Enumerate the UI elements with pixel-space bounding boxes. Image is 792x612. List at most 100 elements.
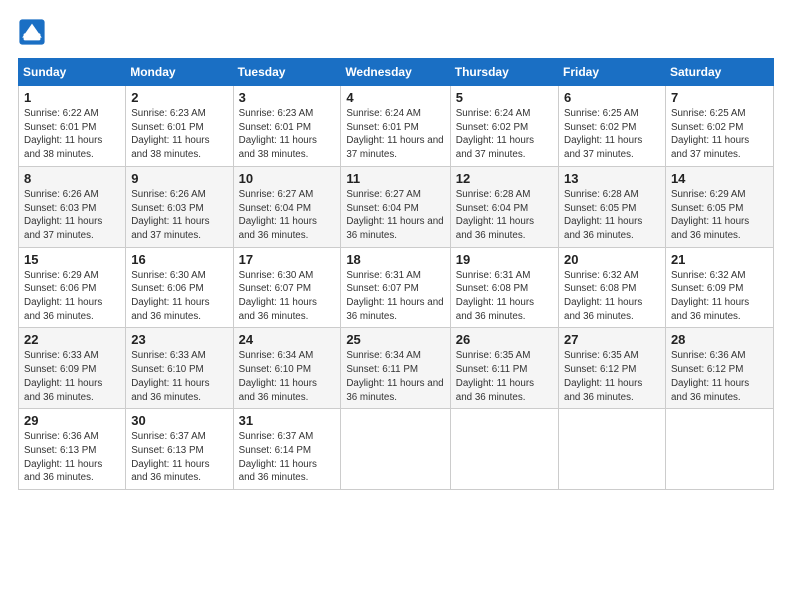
day-info: Sunrise: 6:25 AMSunset: 6:02 PMDaylight:… [564,108,642,160]
day-number: 3 [239,90,336,105]
calendar-cell: 6 Sunrise: 6:25 AMSunset: 6:02 PMDayligh… [559,86,666,167]
day-info: Sunrise: 6:26 AMSunset: 6:03 PMDaylight:… [24,189,102,241]
logo-icon [18,18,46,46]
calendar-cell: 25 Sunrise: 6:34 AMSunset: 6:11 PMDaylig… [341,328,450,409]
calendar-cell [341,409,450,490]
day-number: 11 [346,171,444,186]
day-info: Sunrise: 6:27 AMSunset: 6:04 PMDaylight:… [346,189,443,241]
calendar-cell: 29 Sunrise: 6:36 AMSunset: 6:13 PMDaylig… [19,409,126,490]
day-info: Sunrise: 6:26 AMSunset: 6:03 PMDaylight:… [131,189,209,241]
day-number: 25 [346,332,444,347]
day-info: Sunrise: 6:30 AMSunset: 6:06 PMDaylight:… [131,270,209,322]
day-info: Sunrise: 6:27 AMSunset: 6:04 PMDaylight:… [239,189,317,241]
day-info: Sunrise: 6:36 AMSunset: 6:12 PMDaylight:… [671,350,749,402]
day-info: Sunrise: 6:29 AMSunset: 6:06 PMDaylight:… [24,270,102,322]
day-info: Sunrise: 6:30 AMSunset: 6:07 PMDaylight:… [239,270,317,322]
day-number: 9 [131,171,227,186]
calendar-day-header: Sunday [19,59,126,86]
day-info: Sunrise: 6:35 AMSunset: 6:11 PMDaylight:… [456,350,534,402]
day-number: 4 [346,90,444,105]
calendar-cell: 17 Sunrise: 6:30 AMSunset: 6:07 PMDaylig… [233,247,341,328]
header [18,18,774,46]
day-info: Sunrise: 6:31 AMSunset: 6:07 PMDaylight:… [346,270,443,322]
calendar-cell: 11 Sunrise: 6:27 AMSunset: 6:04 PMDaylig… [341,166,450,247]
day-info: Sunrise: 6:33 AMSunset: 6:09 PMDaylight:… [24,350,102,402]
calendar-cell: 18 Sunrise: 6:31 AMSunset: 6:07 PMDaylig… [341,247,450,328]
day-number: 30 [131,413,227,428]
day-info: Sunrise: 6:22 AMSunset: 6:01 PMDaylight:… [24,108,102,160]
calendar-cell: 8 Sunrise: 6:26 AMSunset: 6:03 PMDayligh… [19,166,126,247]
calendar-header-row: SundayMondayTuesdayWednesdayThursdayFrid… [19,59,774,86]
day-info: Sunrise: 6:28 AMSunset: 6:04 PMDaylight:… [456,189,534,241]
calendar-week-row: 15 Sunrise: 6:29 AMSunset: 6:06 PMDaylig… [19,247,774,328]
day-number: 20 [564,252,660,267]
calendar-cell [450,409,558,490]
calendar-cell: 24 Sunrise: 6:34 AMSunset: 6:10 PMDaylig… [233,328,341,409]
day-number: 5 [456,90,553,105]
day-info: Sunrise: 6:24 AMSunset: 6:02 PMDaylight:… [456,108,534,160]
calendar-cell: 23 Sunrise: 6:33 AMSunset: 6:10 PMDaylig… [126,328,233,409]
day-number: 10 [239,171,336,186]
calendar-cell: 19 Sunrise: 6:31 AMSunset: 6:08 PMDaylig… [450,247,558,328]
day-number: 23 [131,332,227,347]
calendar-day-header: Wednesday [341,59,450,86]
day-info: Sunrise: 6:37 AMSunset: 6:14 PMDaylight:… [239,431,317,483]
day-info: Sunrise: 6:25 AMSunset: 6:02 PMDaylight:… [671,108,749,160]
calendar-cell: 31 Sunrise: 6:37 AMSunset: 6:14 PMDaylig… [233,409,341,490]
day-number: 17 [239,252,336,267]
calendar-day-header: Thursday [450,59,558,86]
day-number: 6 [564,90,660,105]
day-number: 14 [671,171,768,186]
day-number: 26 [456,332,553,347]
calendar-cell: 22 Sunrise: 6:33 AMSunset: 6:09 PMDaylig… [19,328,126,409]
calendar-cell: 4 Sunrise: 6:24 AMSunset: 6:01 PMDayligh… [341,86,450,167]
calendar-cell: 16 Sunrise: 6:30 AMSunset: 6:06 PMDaylig… [126,247,233,328]
day-number: 27 [564,332,660,347]
calendar-cell: 10 Sunrise: 6:27 AMSunset: 6:04 PMDaylig… [233,166,341,247]
calendar-cell: 7 Sunrise: 6:25 AMSunset: 6:02 PMDayligh… [665,86,773,167]
day-number: 15 [24,252,120,267]
calendar-cell: 5 Sunrise: 6:24 AMSunset: 6:02 PMDayligh… [450,86,558,167]
day-info: Sunrise: 6:35 AMSunset: 6:12 PMDaylight:… [564,350,642,402]
day-number: 19 [456,252,553,267]
calendar-week-row: 29 Sunrise: 6:36 AMSunset: 6:13 PMDaylig… [19,409,774,490]
calendar-week-row: 8 Sunrise: 6:26 AMSunset: 6:03 PMDayligh… [19,166,774,247]
calendar-cell: 15 Sunrise: 6:29 AMSunset: 6:06 PMDaylig… [19,247,126,328]
day-number: 18 [346,252,444,267]
day-info: Sunrise: 6:23 AMSunset: 6:01 PMDaylight:… [131,108,209,160]
calendar-cell: 2 Sunrise: 6:23 AMSunset: 6:01 PMDayligh… [126,86,233,167]
calendar-day-header: Saturday [665,59,773,86]
calendar-cell [665,409,773,490]
calendar-day-header: Friday [559,59,666,86]
calendar-cell: 13 Sunrise: 6:28 AMSunset: 6:05 PMDaylig… [559,166,666,247]
day-number: 29 [24,413,120,428]
calendar-week-row: 22 Sunrise: 6:33 AMSunset: 6:09 PMDaylig… [19,328,774,409]
day-number: 16 [131,252,227,267]
day-number: 24 [239,332,336,347]
day-number: 28 [671,332,768,347]
calendar-cell: 3 Sunrise: 6:23 AMSunset: 6:01 PMDayligh… [233,86,341,167]
day-info: Sunrise: 6:36 AMSunset: 6:13 PMDaylight:… [24,431,102,483]
calendar-day-header: Monday [126,59,233,86]
day-number: 31 [239,413,336,428]
day-info: Sunrise: 6:28 AMSunset: 6:05 PMDaylight:… [564,189,642,241]
day-number: 12 [456,171,553,186]
calendar-table: SundayMondayTuesdayWednesdayThursdayFrid… [18,58,774,490]
day-info: Sunrise: 6:32 AMSunset: 6:09 PMDaylight:… [671,270,749,322]
calendar-cell: 1 Sunrise: 6:22 AMSunset: 6:01 PMDayligh… [19,86,126,167]
page: SundayMondayTuesdayWednesdayThursdayFrid… [0,0,792,612]
day-info: Sunrise: 6:34 AMSunset: 6:10 PMDaylight:… [239,350,317,402]
day-info: Sunrise: 6:23 AMSunset: 6:01 PMDaylight:… [239,108,317,160]
calendar-cell: 14 Sunrise: 6:29 AMSunset: 6:05 PMDaylig… [665,166,773,247]
day-info: Sunrise: 6:33 AMSunset: 6:10 PMDaylight:… [131,350,209,402]
day-number: 2 [131,90,227,105]
calendar-cell: 21 Sunrise: 6:32 AMSunset: 6:09 PMDaylig… [665,247,773,328]
calendar-cell: 27 Sunrise: 6:35 AMSunset: 6:12 PMDaylig… [559,328,666,409]
calendar-cell: 28 Sunrise: 6:36 AMSunset: 6:12 PMDaylig… [665,328,773,409]
day-number: 7 [671,90,768,105]
day-info: Sunrise: 6:37 AMSunset: 6:13 PMDaylight:… [131,431,209,483]
day-number: 13 [564,171,660,186]
day-info: Sunrise: 6:24 AMSunset: 6:01 PMDaylight:… [346,108,443,160]
calendar-cell [559,409,666,490]
day-number: 22 [24,332,120,347]
